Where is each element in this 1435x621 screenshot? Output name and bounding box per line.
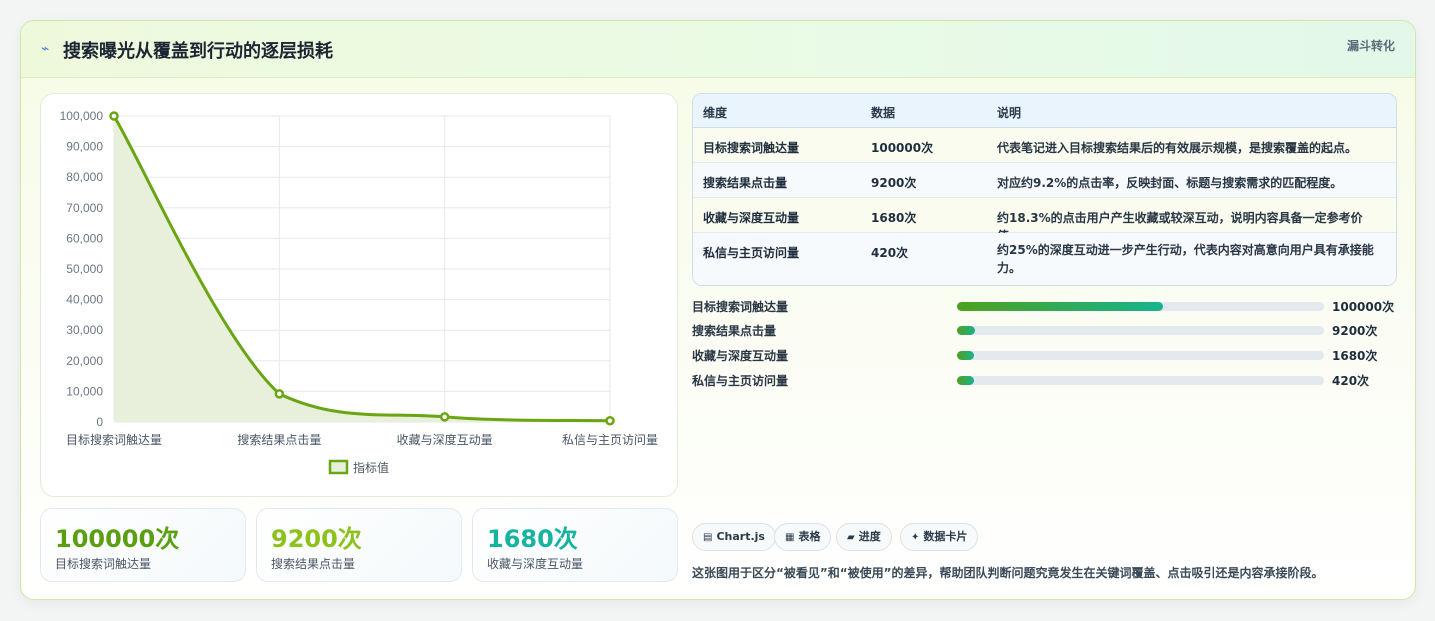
cell-dimension: 收藏与深度互动量 bbox=[703, 211, 800, 225]
progress-label: 搜索结果点击量 bbox=[692, 324, 777, 338]
card-icon: ✦ bbox=[911, 532, 920, 543]
pill-label: Chart.js bbox=[716, 530, 765, 543]
table-row: 收藏与深度互动量 1680次 约18.3%的点击用户产生收藏或较深互动，说明内容… bbox=[693, 198, 1396, 243]
progress-fill bbox=[957, 302, 1163, 311]
progress-label: 收藏与深度互动量 bbox=[692, 349, 789, 363]
legend-label: 指标值 bbox=[353, 460, 389, 475]
progress-track bbox=[957, 376, 1324, 385]
pill-table[interactable]: ▦ 表格 bbox=[774, 523, 832, 551]
progress-row: 搜索结果点击量 9200次 bbox=[692, 320, 1395, 340]
progress-row: 目标搜索词触达量 100000次 bbox=[692, 296, 1395, 316]
table-icon: ▦ bbox=[785, 532, 795, 543]
y-tick-label: 60,000 bbox=[66, 231, 103, 245]
progress-value: 9200次 bbox=[1332, 324, 1378, 338]
x-tick-label: 收藏与深度互动量 bbox=[397, 432, 493, 447]
cell-dimension: 搜索结果点击量 bbox=[703, 176, 788, 190]
x-tick-label: 私信与主页访问量 bbox=[562, 433, 658, 447]
data-point bbox=[439, 412, 450, 422]
y-tick-label: 20,000 bbox=[66, 354, 103, 368]
cell-data: 420次 bbox=[871, 246, 909, 260]
column-header-dimension: 维度 bbox=[703, 106, 728, 120]
pill-progress[interactable]: ▰ 进度 bbox=[836, 523, 892, 551]
column-header-description: 说明 bbox=[997, 106, 1022, 120]
chart-panel: 100,000 90,000 80,000 70,000 60,000 50,000 40,… bbox=[40, 93, 678, 497]
y-tick-label: 90,000 bbox=[66, 140, 103, 154]
lightning-icon: ⌁ bbox=[41, 41, 50, 57]
progress-fill bbox=[957, 376, 974, 385]
stat-value: 100000次 bbox=[55, 525, 180, 553]
pill-chartjs[interactable]: ▤ Chart.js bbox=[692, 523, 776, 551]
cell-description: 代表笔记进入目标搜索结果后的有效展示规模，是搜索覆盖的起点。 bbox=[997, 141, 1358, 155]
y-tick-label: 80,000 bbox=[66, 170, 103, 184]
cell-description: 对应约9.2%的点击率，反映封面、标题与搜索需求的匹配程度。 bbox=[997, 176, 1343, 190]
progress-label: 私信与主页访问量 bbox=[692, 374, 789, 388]
y-tick-label: 50,000 bbox=[66, 262, 103, 276]
stat-value: 1680次 bbox=[487, 525, 578, 553]
stat-label: 收藏与深度互动量 bbox=[487, 557, 584, 571]
chart-icon: ▤ bbox=[703, 532, 713, 543]
table-row: 目标搜索词触达量 100000次 代表笔记进入目标搜索结果后的有效展示规模，是搜… bbox=[693, 128, 1396, 163]
progress-icon: ▰ bbox=[847, 532, 855, 543]
progress-track bbox=[957, 351, 1324, 360]
data-point bbox=[605, 415, 615, 426]
progress-row: 收藏与深度互动量 1680次 bbox=[692, 345, 1395, 365]
data-point bbox=[109, 111, 119, 121]
page-title: 搜索曝光从覆盖到行动的逐层损耗 bbox=[63, 41, 333, 62]
progress-value: 420次 bbox=[1332, 374, 1370, 388]
progress-label: 目标搜索词触达量 bbox=[692, 300, 789, 314]
pill-label: 进度 bbox=[858, 530, 881, 543]
legend-swatch bbox=[328, 459, 349, 475]
card-header: ⌁ 搜索曝光从覆盖到行动的逐层损耗 漏斗转化 bbox=[21, 21, 1415, 78]
data-table: 维度 数据 说明 目标搜索词触达量 100000次 代表笔记进入目标搜索结果后的… bbox=[692, 93, 1397, 286]
stat-card: 9200次 搜索结果点击量 bbox=[256, 508, 462, 582]
column-header-data: 数据 bbox=[871, 106, 896, 120]
progress-value: 100000次 bbox=[1332, 300, 1395, 314]
category-tag: 漏斗转化 bbox=[1346, 39, 1395, 53]
x-tick-label: 目标搜索词触达量 bbox=[66, 432, 162, 447]
progress-fill bbox=[957, 326, 976, 335]
x-tick-label: 搜索结果点击量 bbox=[237, 432, 321, 447]
cell-data: 100000次 bbox=[871, 141, 934, 155]
progress-row: 私信与主页访问量 420次 bbox=[692, 370, 1395, 390]
progress-track bbox=[957, 302, 1324, 311]
pill-label: 数据卡片 bbox=[923, 530, 968, 543]
cell-dimension: 目标搜索词触达量 bbox=[703, 141, 800, 155]
pill-data-card[interactable]: ✦ 数据卡片 bbox=[900, 523, 979, 551]
y-tick-label: 40,000 bbox=[66, 293, 103, 307]
y-tick-label: 100,000 bbox=[60, 109, 104, 123]
table-row: 搜索结果点击量 9200次 对应约9.2%的点击率，反映封面、标题与搜索需求的匹… bbox=[693, 163, 1396, 198]
stat-card: 100000次 目标搜索词触达量 bbox=[40, 508, 246, 582]
progress-value: 1680次 bbox=[1332, 349, 1378, 363]
cell-description: 约25%的深度互动进一步产生行动，代表内容对高意向用户具有承接能力。 bbox=[997, 243, 1374, 275]
cell-dimension: 私信与主页访问量 bbox=[703, 246, 800, 260]
stat-card: 1680次 收藏与深度互动量 bbox=[472, 508, 678, 582]
table-row: 私信与主页访问量 420次 约25%的深度互动进一步产生行动，代表内容对高意向用… bbox=[693, 233, 1396, 285]
progress-track bbox=[957, 326, 1324, 335]
y-tick-label: 0 bbox=[96, 415, 103, 429]
funnel-card: ⌁ 搜索曝光从覆盖到行动的逐层损耗 漏斗转化 100,000 90,000 80,0… bbox=[20, 20, 1416, 600]
table-header: 维度 数据 说明 bbox=[693, 94, 1396, 128]
stat-label: 搜索结果点击量 bbox=[271, 557, 356, 571]
data-point bbox=[274, 389, 285, 399]
pill-label: 表格 bbox=[798, 530, 821, 543]
stat-value: 9200次 bbox=[271, 525, 362, 553]
footnote: 这张图用于区分“被看见”和“被使用”的差异，帮助团队判断问题究竟发生在关键词覆盖… bbox=[692, 566, 1324, 580]
line-chart: 100,000 90,000 80,000 70,000 60,000 50,000 40,… bbox=[60, 109, 658, 475]
cell-data: 1680次 bbox=[871, 211, 917, 225]
y-tick-label: 30,000 bbox=[66, 323, 103, 337]
stat-label: 目标搜索词触达量 bbox=[55, 557, 152, 571]
y-tick-label: 70,000 bbox=[66, 201, 103, 215]
cell-data: 9200次 bbox=[871, 176, 917, 190]
y-tick-label: 10,000 bbox=[66, 384, 103, 398]
progress-fill bbox=[957, 351, 974, 360]
